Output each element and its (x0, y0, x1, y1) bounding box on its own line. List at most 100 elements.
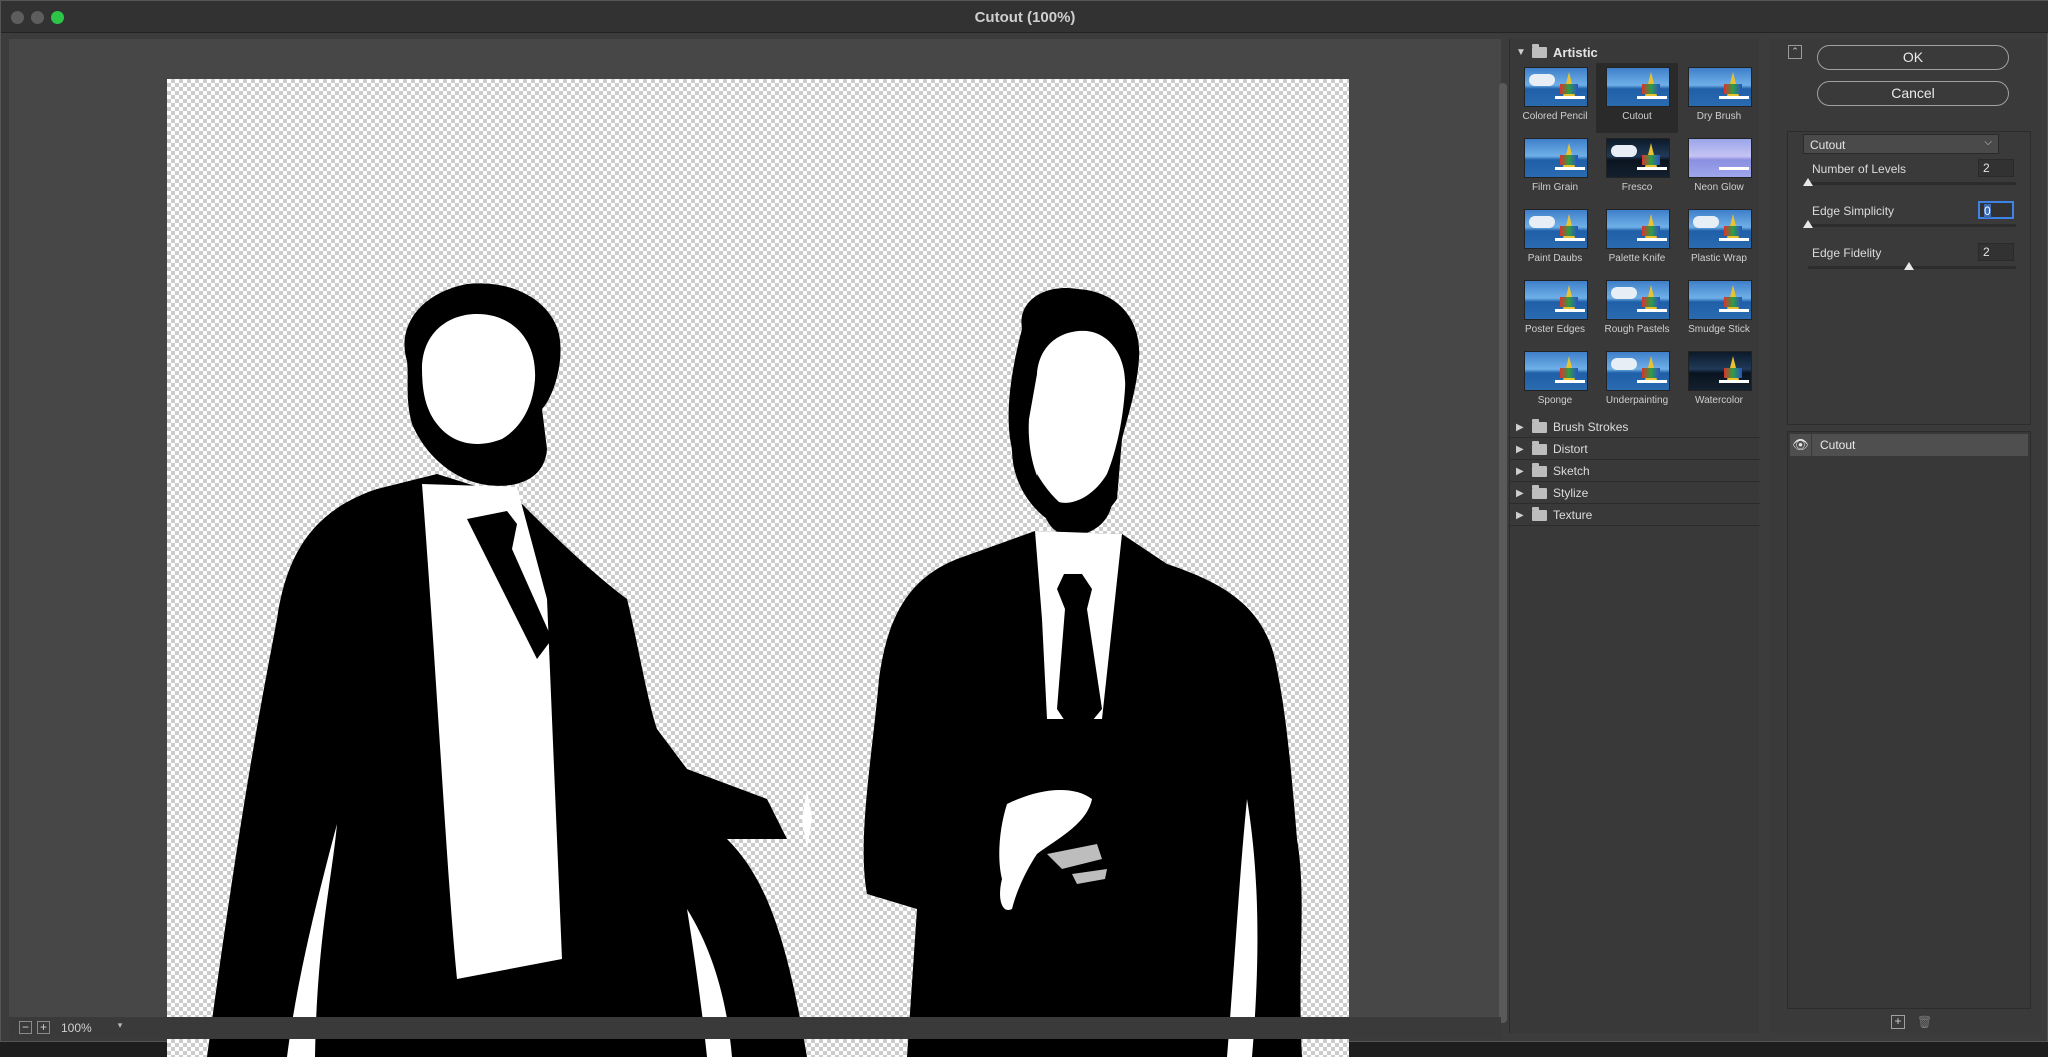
param-label: Number of Levels (1812, 162, 1907, 176)
category-brush-strokes[interactable]: ▶ Brush Strokes (1510, 417, 1760, 438)
left-figure-silhouette (207, 283, 807, 1057)
edge-simplicity-slider[interactable] (1808, 224, 2016, 227)
filter-thumb-colored-pencil[interactable]: Colored Pencil (1514, 63, 1596, 133)
param-edge-fidelity: Edge Fidelity 2 (1788, 243, 2032, 286)
filter-gallery-window: Cutout (100%) − + 100% ▾ ▼ Artistic Colo… (0, 0, 2048, 1057)
right-figure-silhouette (802, 288, 1302, 1057)
new-effect-layer-icon[interactable]: + (1891, 1015, 1905, 1029)
thumbnail-image (1606, 67, 1670, 107)
edge-simplicity-value: 0 (1984, 204, 1991, 218)
preview-canvas[interactable] (167, 79, 1349, 1057)
preview-scrollbar[interactable] (1499, 83, 1507, 1023)
window-title: Cutout (100%) (974, 9, 1076, 26)
filter-thumb-film-grain[interactable]: Film Grain (1514, 134, 1596, 204)
filter-label: Poster Edges (1524, 324, 1586, 335)
filter-label: Film Grain (1531, 182, 1579, 193)
filter-thumb-poster-edges[interactable]: Poster Edges (1514, 276, 1596, 346)
cancel-button[interactable]: Cancel (1817, 81, 2009, 106)
thumbnail-image (1606, 351, 1670, 391)
filter-select[interactable]: Cutout ⌵ (1803, 134, 1999, 154)
triangle-right-icon: ▶ (1516, 443, 1524, 455)
category-label: Sketch (1553, 464, 1590, 478)
zoom-bar: − + 100% ▾ (9, 1017, 1501, 1039)
number-of-levels-slider-knob[interactable] (1803, 178, 1813, 186)
filter-label: Underpainting (1605, 395, 1669, 406)
preview-area[interactable] (9, 39, 1507, 1057)
triangle-right-icon: ▶ (1516, 487, 1524, 499)
thumbnail-image (1524, 138, 1588, 178)
category-label: Brush Strokes (1553, 420, 1629, 434)
number-of-levels-slider[interactable] (1808, 182, 2016, 185)
filter-thumb-dry-brush[interactable]: Dry Brush (1678, 63, 1760, 133)
param-label: Edge Fidelity (1812, 246, 1882, 260)
zoom-level: 100% (61, 1021, 92, 1035)
category-label: Texture (1553, 508, 1593, 522)
triangle-right-icon: ▶ (1516, 421, 1524, 433)
filter-label: Paint Daubs (1527, 253, 1583, 264)
effect-layer-row[interactable]: 👁 Cutout (1790, 434, 2028, 456)
effect-layer-name: Cutout (1820, 438, 1856, 452)
collapse-gallery-icon[interactable]: ⌃ (1788, 45, 1802, 59)
category-label: Artistic (1553, 44, 1598, 60)
category-distort[interactable]: ▶ Distort (1510, 439, 1760, 460)
settings-panel: ⌃ OK Cancel Cutout ⌵ Number of Levels 2 … (1769, 39, 2041, 1033)
filter-settings: Cutout ⌵ Number of Levels 2 Edge Simplic… (1787, 131, 2031, 425)
filter-thumb-fresco[interactable]: Fresco (1596, 134, 1678, 204)
filter-label: Cutout (1622, 111, 1652, 122)
thumbnail-image (1524, 209, 1588, 249)
folder-icon (1532, 440, 1547, 455)
thumbnail-image (1688, 67, 1752, 107)
filter-thumb-plastic-wrap[interactable]: Plastic Wrap (1678, 205, 1760, 275)
filter-label: Smudge Stick (1688, 324, 1750, 335)
filter-thumb-watercolor[interactable]: Watercolor (1678, 347, 1760, 417)
cutout-preview-image (207, 283, 1302, 1057)
edge-fidelity-field[interactable]: 2 (1978, 243, 2014, 261)
edge-fidelity-slider-knob[interactable] (1904, 262, 1914, 270)
thumbnail-image (1688, 351, 1752, 391)
filter-thumb-rough-pastels[interactable]: Rough Pastels (1596, 276, 1678, 346)
filter-label: Palette Knife (1608, 253, 1666, 264)
zoom-dropdown-icon[interactable]: ▾ (113, 1020, 127, 1034)
number-of-levels-field[interactable]: 2 (1978, 159, 2014, 177)
thumbnail-image (1688, 280, 1752, 320)
thumbnail-image (1688, 138, 1752, 178)
category-sketch[interactable]: ▶ Sketch (1510, 461, 1760, 482)
filter-thumb-paint-daubs[interactable]: Paint Daubs (1514, 205, 1596, 275)
filter-thumb-cutout[interactable]: Cutout (1596, 63, 1678, 133)
trash-icon[interactable]: 🗑 (1917, 1015, 1932, 1029)
filter-label: Colored Pencil (1522, 111, 1588, 122)
triangle-right-icon: ▶ (1516, 509, 1524, 521)
thumbnail-image (1524, 280, 1588, 320)
folder-icon (1532, 484, 1547, 499)
triangle-down-icon: ▼ (1516, 46, 1526, 58)
filter-thumb-smudge-stick[interactable]: Smudge Stick (1678, 276, 1760, 346)
filter-thumb-palette-knife[interactable]: Palette Knife (1596, 205, 1678, 275)
category-label: Distort (1553, 442, 1588, 456)
category-stylize[interactable]: ▶ Stylize (1510, 483, 1760, 504)
thumbnail-image (1688, 209, 1752, 249)
param-edge-simplicity: Edge Simplicity 0 (1788, 201, 2032, 244)
ok-button[interactable]: OK (1817, 45, 2009, 70)
filter-label: Sponge (1537, 395, 1573, 406)
category-texture[interactable]: ▶ Texture (1510, 505, 1760, 526)
param-label: Edge Simplicity (1812, 204, 1895, 218)
category-artistic[interactable]: ▼ Artistic (1516, 43, 1598, 61)
filter-label: Dry Brush (1696, 111, 1742, 122)
edge-simplicity-slider-knob[interactable] (1803, 220, 1813, 228)
folder-icon (1532, 462, 1547, 477)
zoom-in-button[interactable]: + (37, 1021, 50, 1034)
edge-simplicity-field[interactable]: 0 (1978, 201, 2014, 219)
filter-label: Neon Glow (1694, 182, 1744, 193)
thumbnail-image (1524, 67, 1588, 107)
folder-icon (1532, 506, 1547, 521)
thumbnail-image (1606, 280, 1670, 320)
filter-thumb-underpainting[interactable]: Underpainting (1596, 347, 1678, 417)
eye-icon[interactable]: 👁 (1790, 434, 1812, 456)
filter-gallery: ▼ Artistic Colored Pencil Cutout Dry Bru… (1509, 39, 1760, 1033)
zoom-out-button[interactable]: − (19, 1021, 32, 1034)
filter-thumb-sponge[interactable]: Sponge (1514, 347, 1596, 417)
filter-thumb-neon-glow[interactable]: Neon Glow (1678, 134, 1760, 204)
chevron-down-icon: ⌵ (1984, 137, 1992, 148)
effect-layers-list: 👁 Cutout (1787, 431, 2031, 1009)
folder-icon (1532, 43, 1547, 58)
